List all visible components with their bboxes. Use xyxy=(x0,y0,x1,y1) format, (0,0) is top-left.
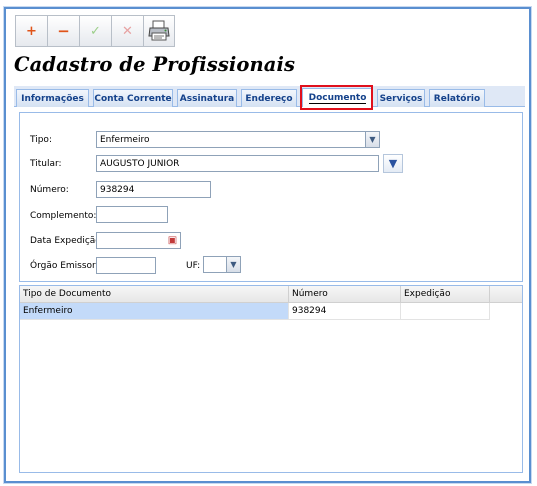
cell-tipo: Enfermeiro xyxy=(20,303,289,320)
tab-bar: Informações Conta Corrente Assinatura En… xyxy=(14,86,525,107)
tab-label: Relatório xyxy=(433,93,481,104)
add-button[interactable]: + xyxy=(15,15,47,47)
titular-field[interactable]: AUGUSTO JUNIOR xyxy=(96,155,379,172)
remove-button[interactable]: − xyxy=(47,15,79,47)
cell-expedicao xyxy=(401,303,490,320)
orgao-emissor-label: Órgão Emissor: xyxy=(30,261,99,271)
page-title: Cadastro de Profissionais xyxy=(14,53,296,76)
tab-label: Conta Corrente xyxy=(94,93,172,104)
titular-lookup-button[interactable]: ▼ xyxy=(383,154,403,173)
printer-icon xyxy=(148,20,170,41)
tipo-value: Enfermeiro xyxy=(100,134,150,145)
chevron-down-icon: ▼ xyxy=(388,157,398,170)
active-tab-highlight xyxy=(300,85,373,110)
check-icon: ✓ xyxy=(90,23,101,39)
tab-label: Informações xyxy=(21,93,84,104)
complemento-field[interactable] xyxy=(96,206,168,223)
table-row[interactable]: Enfermeiro 938294 xyxy=(20,303,490,320)
documents-grid: Tipo de Documento Número Expedição Enfer… xyxy=(19,285,523,473)
tab-servicos[interactable]: Serviços xyxy=(377,89,425,107)
titular-label: Titular: xyxy=(30,159,62,169)
tipo-select[interactable]: Enfermeiro ▼ xyxy=(96,131,380,148)
cancel-button[interactable]: ✕ xyxy=(111,15,143,47)
uf-select[interactable]: ▼ xyxy=(203,256,241,273)
chevron-down-icon[interactable]: ▼ xyxy=(365,132,379,147)
titular-value: AUGUSTO JUNIOR xyxy=(100,158,180,169)
plus-icon: + xyxy=(26,23,37,39)
app-window: + − ✓ ✕ Cadastro de Profissionais Inform… xyxy=(4,7,531,483)
uf-label: UF: xyxy=(186,261,201,271)
data-expedicao-label: Data Expedição: xyxy=(30,236,104,246)
numero-field[interactable]: 938294 xyxy=(96,181,211,198)
window-content: + − ✓ ✕ Cadastro de Profissionais Inform… xyxy=(12,13,525,475)
numero-label: Número: xyxy=(30,185,69,195)
x-icon: ✕ xyxy=(122,23,133,39)
tab-label: Serviços xyxy=(379,93,423,104)
tipo-label: Tipo: xyxy=(30,135,52,145)
tab-endereco[interactable]: Endereço xyxy=(241,89,297,107)
tab-assinatura[interactable]: Assinatura xyxy=(177,89,237,107)
tab-relatorio[interactable]: Relatório xyxy=(429,89,485,107)
tab-label: Assinatura xyxy=(179,93,235,104)
tab-informacoes[interactable]: Informações xyxy=(16,89,89,107)
grid-header: Tipo de Documento Número Expedição xyxy=(20,286,522,303)
chevron-down-icon[interactable]: ▼ xyxy=(226,257,240,272)
document-form: Tipo: Enfermeiro ▼ Titular: AUGUSTO JUNI… xyxy=(19,112,523,282)
minus-icon: − xyxy=(57,22,70,40)
tab-conta-corrente[interactable]: Conta Corrente xyxy=(93,89,173,107)
data-expedicao-field[interactable]: ▣ xyxy=(96,232,181,249)
column-header-numero[interactable]: Número xyxy=(289,286,401,303)
orgao-emissor-field[interactable] xyxy=(96,257,156,274)
print-button[interactable] xyxy=(143,15,175,47)
complemento-label: Complemento: xyxy=(30,211,97,221)
column-header-expedicao[interactable]: Expedição xyxy=(401,286,490,303)
calendar-icon[interactable]: ▣ xyxy=(165,233,180,248)
column-header-tipo[interactable]: Tipo de Documento xyxy=(20,286,289,303)
confirm-button[interactable]: ✓ xyxy=(79,15,111,47)
cell-numero: 938294 xyxy=(289,303,401,320)
numero-value: 938294 xyxy=(100,184,135,195)
tab-label: Endereço xyxy=(245,93,293,104)
toolbar: + − ✓ ✕ xyxy=(15,15,175,47)
